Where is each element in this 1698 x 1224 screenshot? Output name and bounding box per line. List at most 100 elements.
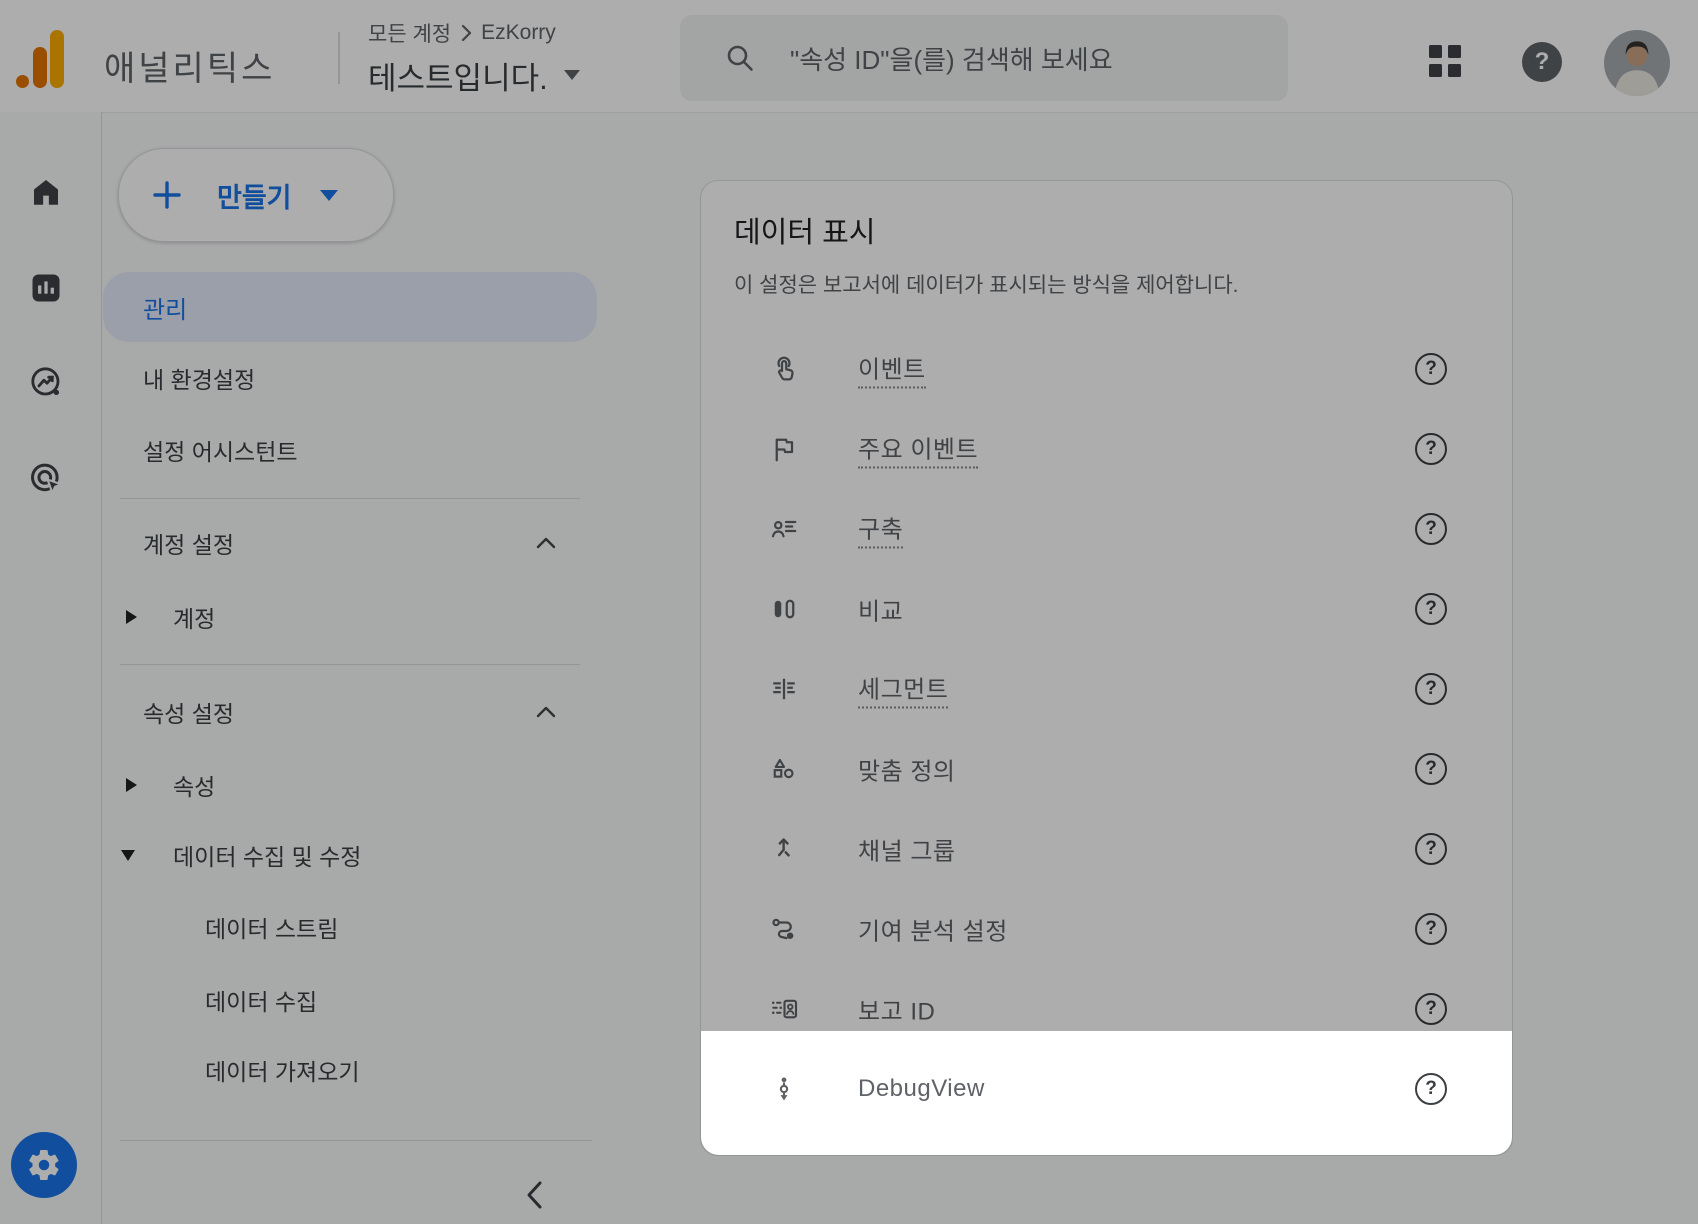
property-name[interactable]: 테스트입니다. <box>368 53 548 98</box>
chevron-right-icon <box>459 23 473 43</box>
collapse-sidebar-icon[interactable] <box>520 1178 550 1212</box>
help-icon[interactable]: ? <box>1415 833 1447 865</box>
header-divider <box>338 32 340 84</box>
badge-icon <box>769 994 799 1024</box>
list-item-segments[interactable]: 세그먼트 ? <box>701 649 1512 729</box>
search-placeholder: "속성 ID"을(를) 검색해 보세요 <box>790 40 1113 77</box>
list-item-debugview[interactable]: DebugView ? <box>701 1049 1512 1129</box>
list-item-custom-definitions[interactable]: 맞춤 정의 ? <box>701 729 1512 809</box>
create-button[interactable]: 만들기 <box>118 148 394 242</box>
debug-icon <box>769 1074 799 1104</box>
sidebar-item-data-streams[interactable]: 데이터 스트림 <box>205 910 338 944</box>
list-item-label: 보고 ID <box>858 992 935 1027</box>
help-glyph: ? <box>1425 678 1437 700</box>
breadcrumb: 모든 계정 EzKorry <box>368 20 556 46</box>
help-glyph: ? <box>1425 1078 1437 1100</box>
chevron-up-icon[interactable] <box>536 536 556 549</box>
data-display-card: 데이터 표시 이 설정은 보고서에 데이터가 표시되는 방식을 제어합니다. 이… <box>700 180 1513 1156</box>
chevron-down-icon <box>320 190 338 201</box>
help-icon[interactable]: ? <box>1415 593 1447 625</box>
logo-dot <box>16 75 29 88</box>
list-item-events[interactable]: 이벤트 ? <box>701 329 1512 409</box>
advertising-icon[interactable] <box>28 460 64 496</box>
sidebar-divider <box>120 664 580 665</box>
help-glyph: ? <box>1535 48 1550 76</box>
brand-title[interactable]: 애널리틱스 <box>104 41 275 90</box>
explore-icon[interactable] <box>28 364 64 400</box>
help-glyph: ? <box>1425 598 1437 620</box>
reports-icon[interactable] <box>28 270 64 306</box>
search-input[interactable]: "속성 ID"을(를) 검색해 보세요 <box>680 15 1288 101</box>
chevron-down-icon <box>564 70 580 80</box>
shapes-icon <box>769 754 799 784</box>
help-icon[interactable]: ? <box>1415 753 1447 785</box>
help-glyph: ? <box>1425 838 1437 860</box>
list-item-reporting-identity[interactable]: 보고 ID ? <box>701 969 1512 1049</box>
apps-grid-icon[interactable] <box>1426 42 1464 80</box>
help-icon[interactable]: ? <box>1415 353 1447 385</box>
compare-icon <box>769 594 799 624</box>
expand-arrow-icon[interactable] <box>126 610 137 624</box>
create-button-label: 만들기 <box>217 176 292 215</box>
help-glyph: ? <box>1425 518 1437 540</box>
touch-icon <box>769 354 799 384</box>
list-item-attribution-settings[interactable]: 기여 분석 설정 ? <box>701 889 1512 969</box>
breadcrumb-account[interactable]: EzKorry <box>481 21 556 45</box>
list-item-label: 비교 <box>858 592 903 627</box>
collapse-arrow-icon[interactable] <box>121 850 135 861</box>
route-icon <box>769 914 799 944</box>
sidebar-divider <box>120 498 580 499</box>
list-item-label: 주요 이벤트 <box>858 430 978 469</box>
help-icon[interactable]: ? <box>1415 993 1447 1025</box>
sidebar-item-setup-assistant[interactable]: 설정 어시스턴트 <box>143 433 298 467</box>
card-title: 데이터 표시 <box>734 209 875 251</box>
list-item-label: 기여 분석 설정 <box>858 912 1008 947</box>
analytics-logo-icon[interactable] <box>16 30 64 88</box>
help-icon[interactable]: ? <box>1415 913 1447 945</box>
list-item-label: DebugView <box>858 1075 985 1103</box>
list-item-label: 채널 그룹 <box>858 832 956 867</box>
help-glyph: ? <box>1425 758 1437 780</box>
help-icon[interactable]: ? <box>1415 673 1447 705</box>
help-icon[interactable]: ? <box>1415 1073 1447 1105</box>
help-glyph: ? <box>1425 918 1437 940</box>
property-selector[interactable]: 테스트입니다. <box>368 54 580 96</box>
merge-icon <box>769 834 799 864</box>
left-nav-rail <box>0 112 102 1224</box>
sidebar-section-property-settings[interactable]: 속성 설정 <box>143 695 234 729</box>
chevron-up-icon[interactable] <box>536 705 556 718</box>
sidebar-section-account-settings[interactable]: 계정 설정 <box>143 526 234 560</box>
sidebar-divider <box>120 1140 592 1141</box>
expand-arrow-icon[interactable] <box>126 778 137 792</box>
avatar[interactable] <box>1604 30 1670 96</box>
help-glyph: ? <box>1425 358 1437 380</box>
sidebar-item-data-import[interactable]: 데이터 가져오기 <box>205 1053 360 1087</box>
list-item-label: 맞춤 정의 <box>858 752 956 787</box>
help-glyph: ? <box>1425 998 1437 1020</box>
flag-icon <box>769 434 799 464</box>
sidebar-item-property[interactable]: 속성 <box>173 768 215 802</box>
help-icon[interactable]: ? <box>1415 513 1447 545</box>
list-item-key-events[interactable]: 주요 이벤트 ? <box>701 409 1512 489</box>
plus-icon <box>151 179 183 211</box>
sidebar-item-account[interactable]: 계정 <box>173 600 215 634</box>
list-item-label: 이벤트 <box>858 350 926 389</box>
breadcrumb-all-accounts[interactable]: 모든 계정 <box>368 18 451 48</box>
sidebar-item-admin[interactable]: 관리 <box>103 272 597 342</box>
help-icon[interactable]: ? <box>1415 433 1447 465</box>
sidebar-item-data-collection-child[interactable]: 데이터 수집 <box>205 983 317 1017</box>
admin-settings-button[interactable] <box>11 1132 77 1198</box>
sidebar-item-preferences[interactable]: 내 환경설정 <box>143 361 255 395</box>
help-button[interactable]: ? <box>1522 42 1562 82</box>
search-icon <box>724 42 756 74</box>
help-glyph: ? <box>1425 438 1437 460</box>
sidebar-item-data-collection[interactable]: 데이터 수집 및 수정 <box>173 838 361 872</box>
home-icon[interactable] <box>28 174 64 210</box>
audience-icon <box>769 514 799 544</box>
logo-bar-mid <box>33 47 47 88</box>
list-item-comparisons[interactable]: 비교 ? <box>701 569 1512 649</box>
gear-icon <box>26 1147 62 1183</box>
list-item-audiences[interactable]: 구축 ? <box>701 489 1512 569</box>
logo-bar-tall <box>50 30 64 88</box>
list-item-channel-groups[interactable]: 채널 그룹 ? <box>701 809 1512 889</box>
